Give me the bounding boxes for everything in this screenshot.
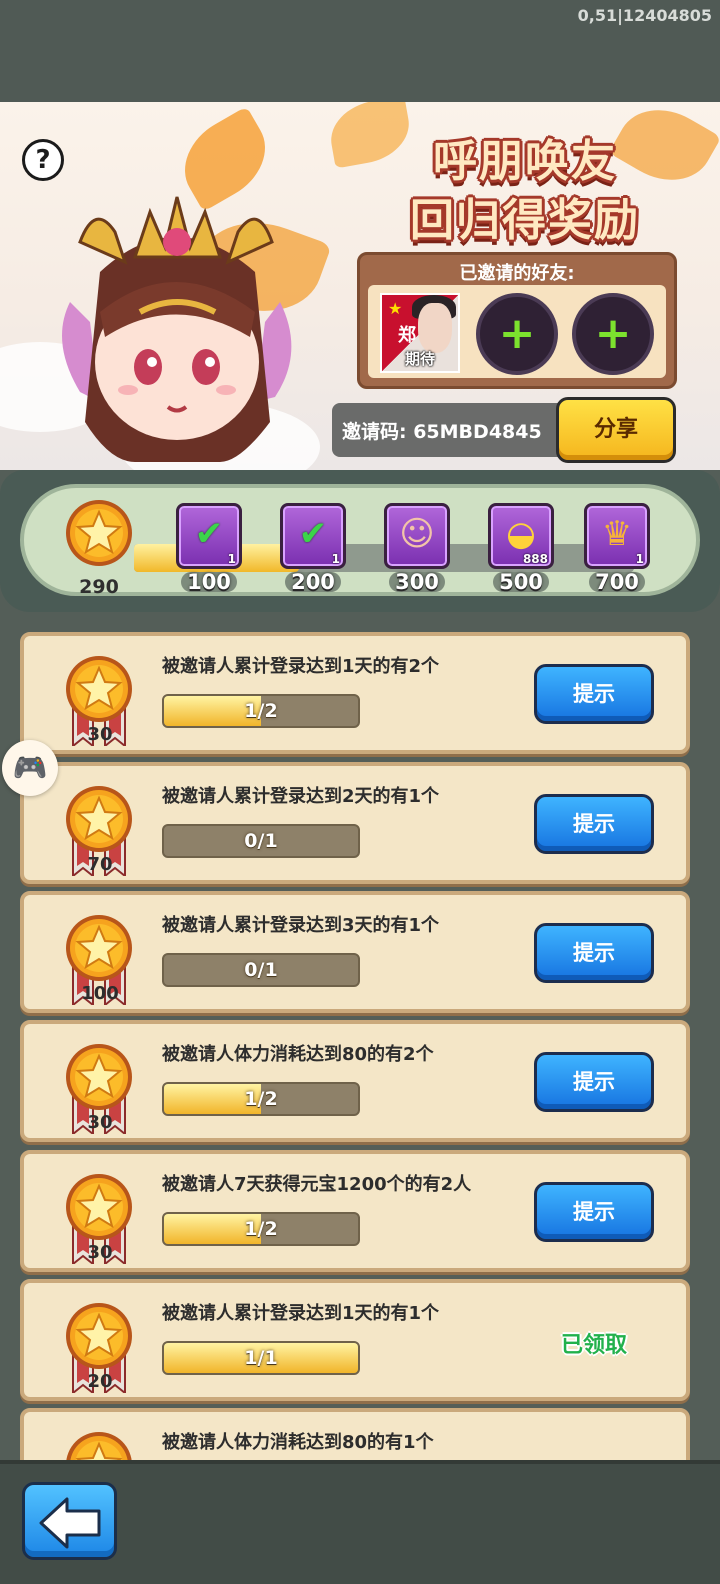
task-description: 被邀请人累计登录达到2天的有1个 xyxy=(162,786,440,807)
task-progress-bar: 1/2 xyxy=(162,1082,360,1116)
task-progress-bar: 1/1 xyxy=(162,1341,360,1375)
milestone-reward-box[interactable]: ♛ 1 xyxy=(584,503,650,569)
milestone-value: 300 xyxy=(395,570,439,594)
task-description: 被邀请人累计登录达到1天的有1个 xyxy=(162,1303,440,1324)
share-button[interactable]: 分享 xyxy=(556,397,676,463)
gamepad-icon: 🎮 xyxy=(12,751,48,784)
friend-avatar[interactable]: ★ 郑 期待 xyxy=(380,293,460,373)
checked-chest-icon: ✔ xyxy=(298,514,328,554)
milestone-reward-box[interactable]: ◒ 888 xyxy=(488,503,554,569)
invite-banner: ? 呼朋唤友 回归得奖励 已邀请的好友: ★ 郑 期待 + + 邀请码: 65M… xyxy=(0,102,720,470)
milestone-value: 500 xyxy=(499,570,543,594)
task-progress-text: 1/2 xyxy=(244,1088,278,1110)
total-points: 290 xyxy=(79,576,119,598)
invite-code-box: 邀请码: 65MBD4845 xyxy=(332,403,564,457)
friends-slots: ★ 郑 期待 + + xyxy=(368,285,666,378)
task-row: 100 被邀请人累计登录达到3天的有1个 0/1 提示 xyxy=(20,891,690,1013)
task-progress-bar: 0/1 xyxy=(162,824,360,858)
task-description: 被邀请人体力消耗达到80的有1个 xyxy=(162,1432,434,1453)
task-hint-button[interactable]: 提示 xyxy=(534,923,654,983)
milestone-reward-count: 1 xyxy=(331,552,340,566)
task-reward-points: 30 xyxy=(87,1242,113,1263)
banner-title-line1: 呼朋唤友 xyxy=(433,136,617,187)
gold-ingot-icon: ◒ xyxy=(506,514,536,554)
task-description: 被邀请人7天获得元宝1200个的有2人 xyxy=(162,1174,472,1195)
milestone-value: 700 xyxy=(595,570,639,594)
task-reward-points: 30 xyxy=(87,1112,113,1133)
star-medal-icon xyxy=(66,1044,132,1110)
invited-friends-title: 已邀请的好友: xyxy=(459,263,575,284)
back-button[interactable] xyxy=(22,1482,117,1560)
task-row: 30 被邀请人7天获得元宝1200个的有2人 1/2 提示 xyxy=(20,1150,690,1272)
hero-portrait-icon: ☺ xyxy=(399,514,435,554)
task-reward-points: 30 xyxy=(87,724,113,745)
floating-gamepad-button[interactable]: 🎮 xyxy=(2,740,58,796)
task-reward-points: 70 xyxy=(87,854,113,875)
task-progress-text: 1/2 xyxy=(244,700,278,722)
star-medal-icon xyxy=(66,500,132,566)
star-medal-icon xyxy=(66,915,132,981)
task-hint-button[interactable]: 提示 xyxy=(534,1182,654,1242)
task-row: 20 被邀请人累计登录达到1天的有1个 1/1 已领取 xyxy=(20,1279,690,1401)
milestone-reward-count: 1 xyxy=(227,552,236,566)
task-progress-bar: 1/2 xyxy=(162,1212,360,1246)
task-reward-points: 100 xyxy=(81,983,119,1004)
bottom-bar xyxy=(0,1460,720,1584)
task-row: 30 被邀请人体力消耗达到80的有2个 1/2 提示 xyxy=(20,1020,690,1142)
milestone-reward-box[interactable]: ✔ 1 xyxy=(176,503,242,569)
invited-friends-panel: 已邀请的好友: ★ 郑 期待 + + xyxy=(357,252,677,389)
milestone-reward-box[interactable]: ✔ 1 xyxy=(280,503,346,569)
friend-seal-text: 郑 xyxy=(398,325,416,346)
add-friend-slot[interactable]: + xyxy=(572,293,654,375)
task-progress-bar: 1/2 xyxy=(162,694,360,728)
milestone-reward-count: 1 xyxy=(635,552,644,566)
milestone-reward-count: 888 xyxy=(522,552,548,566)
back-arrow-icon xyxy=(39,1497,101,1549)
task-progress-bar: 0/1 xyxy=(162,953,360,987)
star-medal-icon xyxy=(66,786,132,852)
checked-chest-icon: ✔ xyxy=(194,514,224,554)
flag-star-icon: ★ xyxy=(388,299,403,318)
task-hint-button[interactable]: 提示 xyxy=(534,1052,654,1112)
task-row: 70 被邀请人累计登录达到2天的有1个 0/1 提示 xyxy=(20,762,690,884)
task-hint-button[interactable]: 提示 xyxy=(534,794,654,854)
star-medal-icon xyxy=(66,1303,132,1369)
friend-name: 期待 xyxy=(404,350,435,368)
friend-face xyxy=(418,303,452,353)
task-description: 被邀请人体力消耗达到80的有2个 xyxy=(162,1044,434,1065)
task-claimed-label: 已领取 xyxy=(560,1333,627,1358)
task-row: 30 被邀请人累计登录达到1天的有2个 1/2 提示 xyxy=(20,632,690,754)
milestone-reward-box[interactable]: ☺ xyxy=(384,503,450,569)
banner-title-line2: 回归得奖励 xyxy=(410,195,640,246)
milestone-value: 100 xyxy=(187,570,231,594)
task-progress-text: 0/1 xyxy=(244,830,278,852)
debug-readout: 0,51|12404805 xyxy=(577,6,712,25)
task-hint-button[interactable]: 提示 xyxy=(534,664,654,724)
task-description: 被邀请人累计登录达到3天的有1个 xyxy=(162,915,440,936)
task-progress-text: 1/1 xyxy=(244,1347,278,1369)
star-medal-icon xyxy=(66,1174,132,1240)
task-progress-text: 1/2 xyxy=(244,1218,278,1240)
hero-character-portrait xyxy=(62,196,292,462)
plus-icon: + xyxy=(498,308,536,359)
task-reward-points: 20 xyxy=(87,1371,113,1392)
milestone-value: 200 xyxy=(291,570,335,594)
crown-icon: ♛ xyxy=(601,514,633,554)
invite-code: 邀请码: 65MBD4845 xyxy=(342,421,542,443)
task-description: 被邀请人累计登录达到1天的有2个 xyxy=(162,656,440,677)
task-progress-text: 0/1 xyxy=(244,959,278,981)
plus-icon: + xyxy=(594,308,632,359)
add-friend-slot[interactable]: + xyxy=(476,293,558,375)
star-medal-icon xyxy=(66,656,132,722)
top-status-bar: 0,51|12404805 xyxy=(0,0,720,102)
